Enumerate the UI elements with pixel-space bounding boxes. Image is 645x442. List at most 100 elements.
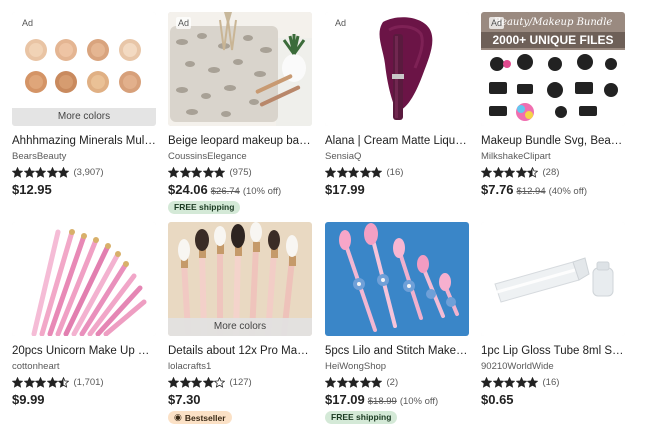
product-card[interactable]: Ad Alana | Cream Matte Liquid Lipstick S… (325, 12, 469, 197)
star-icon (12, 167, 23, 178)
more-colors-label[interactable]: More colors (168, 318, 312, 336)
star-icon (348, 167, 359, 178)
star-rating (325, 167, 383, 178)
star-icon (504, 377, 515, 388)
star-icon (515, 377, 527, 388)
character-brushes-image (325, 222, 469, 336)
product-title[interactable]: Beige leopard makeup bag, cosmetic bag (168, 134, 312, 148)
rating: (127) (168, 376, 312, 389)
original-price: $18.99 (367, 396, 397, 407)
free-shipping-badge: FREE shipping (325, 410, 398, 424)
star-icon (202, 167, 214, 178)
product-image[interactable] (325, 222, 469, 336)
shop-name: CoussinsElegance (168, 151, 247, 162)
rating: (16) (481, 376, 625, 389)
discount-label: (10% off) (242, 186, 282, 197)
shop-name: SensiaQ (325, 151, 362, 162)
product-title[interactable]: 20pcs Unicorn Make Up Brushes Set (12, 344, 156, 358)
price-row: $12.95 (12, 182, 156, 197)
star-icon (371, 167, 382, 178)
review-count: (1,701) (73, 377, 104, 388)
price-row: $7.76 $12.94 (40% off) (481, 182, 625, 197)
price: $17.09 (325, 392, 365, 407)
star-icon (359, 377, 371, 388)
shop-name: MilkshakeClipart (481, 151, 551, 162)
rating: (2) (325, 376, 469, 389)
review-count: (16) (386, 167, 404, 178)
original-price: $12.94 (516, 186, 546, 197)
ad-label: Ad (489, 17, 505, 29)
price: $7.76 (481, 182, 514, 197)
star-icon (359, 167, 371, 178)
star-icon (348, 377, 359, 388)
review-count: (3,907) (73, 167, 104, 178)
product-title[interactable]: Details about 12x Pro Makeup Brushes Set (168, 344, 312, 358)
product-image[interactable] (12, 222, 156, 336)
product-image[interactable]: Ad (168, 12, 312, 126)
star-icon (515, 167, 527, 178)
bestseller-label: Bestseller (184, 412, 226, 423)
star-icon (191, 377, 202, 388)
more-colors-label[interactable]: More colors (12, 108, 156, 126)
star-icon (23, 167, 35, 178)
star-icon (168, 377, 179, 388)
svg-bundle-image: Beauty/Makeup Bundle 2000+ UNIQUE FILES (481, 12, 625, 126)
star-rating (325, 377, 383, 388)
price-row: $17.99 (325, 182, 469, 197)
bundle-banner-subtitle: 2000+ UNIQUE FILES (492, 33, 613, 47)
discount-label: (40% off) (548, 186, 587, 197)
star-icon (35, 167, 46, 178)
price-row: $0.65 (481, 392, 625, 407)
product-card[interactable]: Beauty/Makeup Bundle 2000+ UNIQUE FILES … (481, 12, 625, 197)
star-icon (481, 167, 492, 178)
shop-name: BearsBeauty (12, 151, 67, 162)
product-image[interactable]: Ad More colors (12, 12, 156, 126)
review-count: (16) (542, 377, 560, 388)
product-image[interactable] (481, 222, 625, 336)
product-title[interactable]: Alana | Cream Matte Liquid Lipstick (325, 134, 469, 148)
product-card[interactable]: Ad Beige leopard makeup bag, cosmetic ba… (168, 12, 312, 215)
price-row: $24.06 $26.74 (10% off) (168, 182, 312, 197)
product-title[interactable]: 1pc Lip Gloss Tube 8ml Squeeze (481, 344, 625, 358)
star-icon (371, 377, 382, 388)
product-image[interactable]: More colors (168, 222, 312, 336)
product-card[interactable]: 1pc Lip Gloss Tube 8ml Squeeze 90210Worl… (481, 222, 625, 407)
star-rating (168, 377, 226, 388)
star-icon (179, 167, 191, 178)
bundle-banner-title: Beauty/Makeup Bundle (493, 17, 613, 28)
leopard-bag-image (168, 12, 312, 126)
review-count: (127) (229, 377, 252, 388)
free-shipping-badge: FREE shipping (168, 200, 241, 214)
price: $9.99 (12, 392, 45, 407)
product-card[interactable]: 5pcs Lilo and Stitch Makeup Brushes HeiW… (325, 222, 469, 425)
price-row: $7.30 (168, 392, 312, 407)
star-icon (492, 377, 504, 388)
discount-label: (10% off) (399, 396, 439, 407)
product-title[interactable]: 5pcs Lilo and Stitch Makeup Brushes (325, 344, 469, 358)
product-card[interactable]: Ad More colors Ahhhmazing Minerals Multi… (12, 12, 156, 197)
review-count: (28) (542, 167, 560, 178)
rating: (16) (325, 166, 469, 179)
review-count: (2) (386, 377, 399, 388)
shop-name: lolacrafts1 (168, 361, 212, 372)
product-image[interactable]: Ad (325, 12, 469, 126)
price: $12.95 (12, 182, 52, 197)
rating: (975) (168, 166, 312, 179)
price: $17.99 (325, 182, 365, 197)
product-card[interactable]: More colors Details about 12x Pro Makeup… (168, 222, 312, 425)
star-icon (35, 377, 46, 388)
product-image[interactable]: Beauty/Makeup Bundle 2000+ UNIQUE FILES … (481, 12, 625, 126)
star-icon (12, 377, 23, 388)
shop-name: HeiWongShop (325, 361, 387, 372)
rating: (3,907) (12, 166, 156, 179)
rating: (28) (481, 166, 625, 179)
price-row: $17.09 $18.99 (10% off) (325, 392, 469, 407)
star-icon (168, 167, 179, 178)
product-title[interactable]: Makeup Bundle Svg, Beauty Svg (481, 134, 625, 148)
product-card[interactable]: 20pcs Unicorn Make Up Brushes Set cotton… (12, 222, 156, 407)
review-count: (975) (229, 167, 252, 178)
rating: (1,701) (12, 376, 156, 389)
star-icon (325, 377, 336, 388)
star-icon (504, 167, 515, 178)
product-title[interactable]: Ahhhmazing Minerals Multi-Use Eye Shadow (12, 134, 156, 148)
